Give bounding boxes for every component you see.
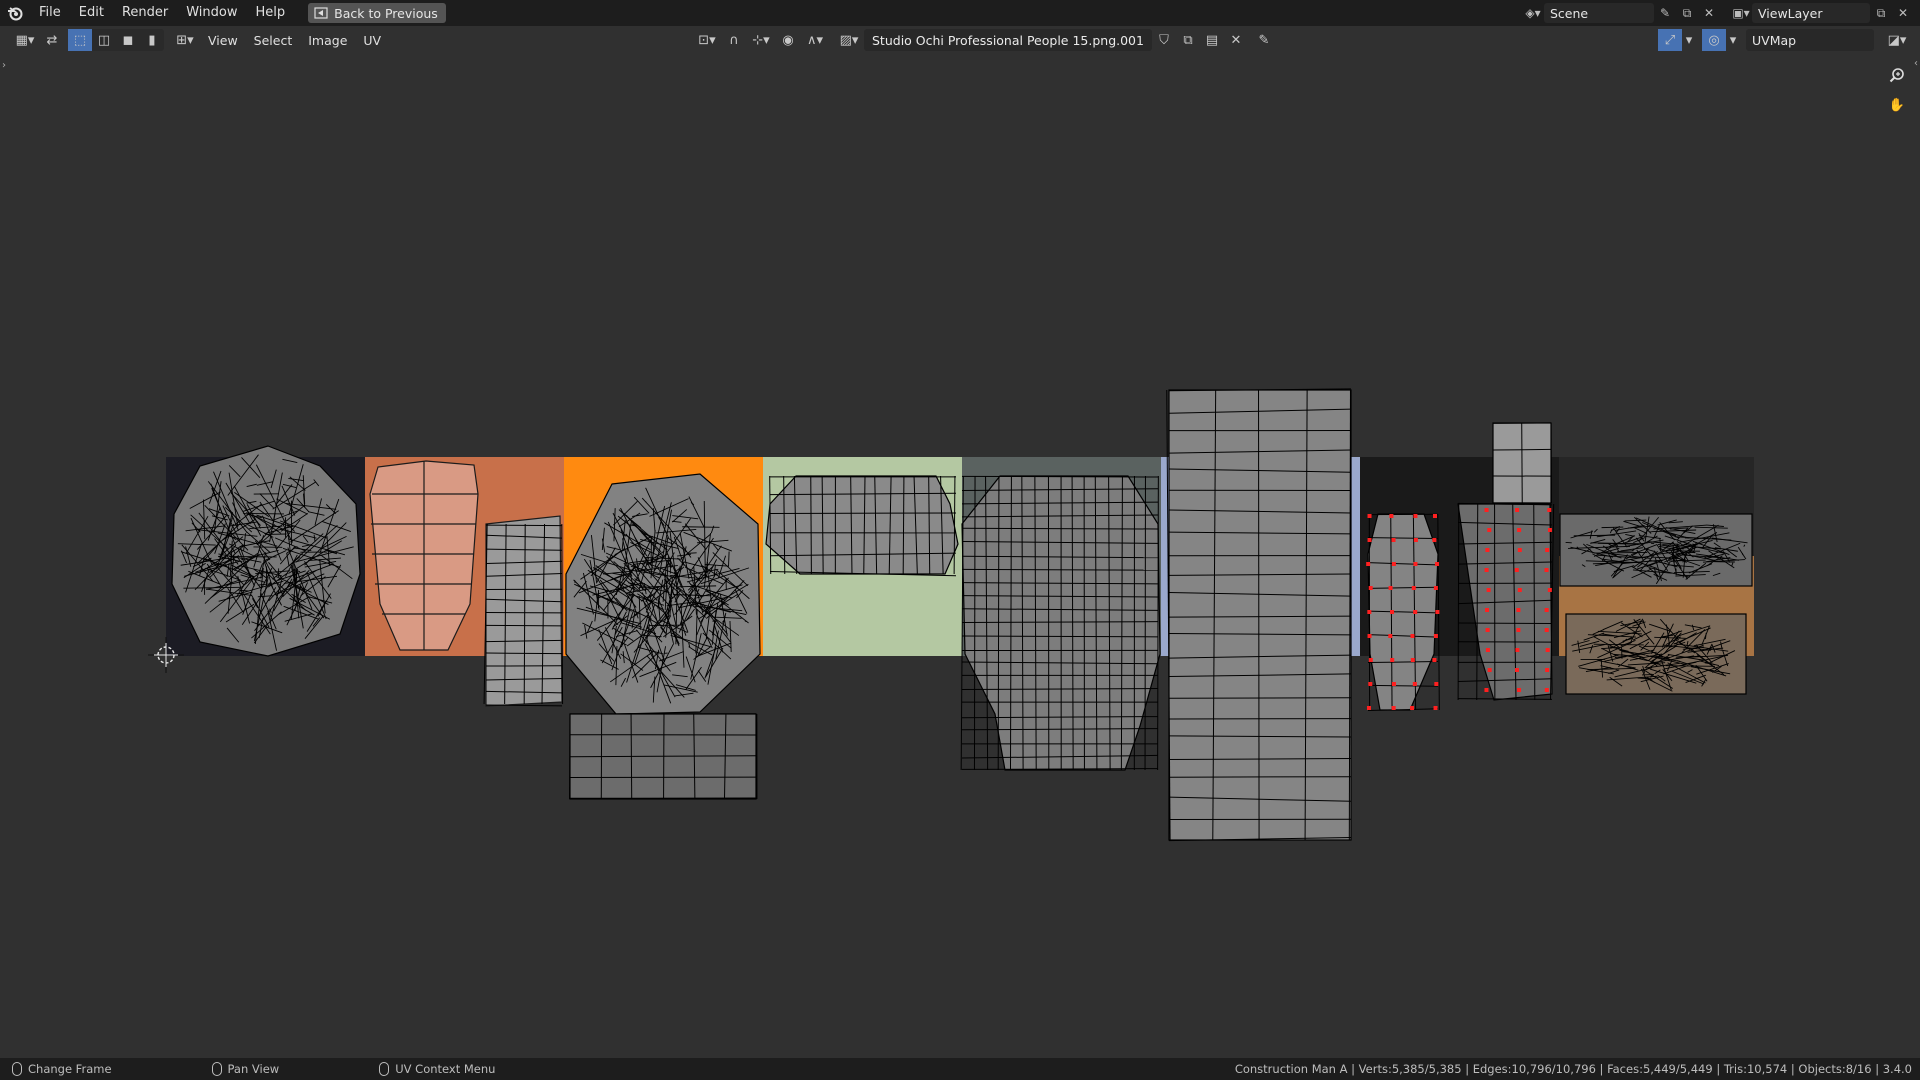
uv-island-belt[interactable] — [765, 475, 959, 577]
blender-logo-icon[interactable] — [0, 0, 30, 26]
mouse-left-icon — [12, 1062, 22, 1076]
header-right-controls: ⤢ ▾ ◎ ▾ UVMap ◪▾ — [1658, 29, 1912, 51]
header-menu-select[interactable]: Select — [246, 33, 301, 48]
image-name-field[interactable]: Studio Ochi Professional People 15.png.0… — [864, 29, 1152, 51]
fake-user-shield-icon[interactable]: ⛉ — [1152, 29, 1176, 51]
uvmap-name: UVMap — [1752, 32, 1797, 48]
menu-window[interactable]: Window — [177, 0, 246, 26]
hint-pan-view: Pan View — [211, 1062, 280, 1076]
menu-help[interactable]: Help — [247, 0, 295, 26]
scene-field[interactable]: Scene — [1544, 3, 1654, 23]
scene-selector-icon[interactable]: ◈▾ — [1522, 3, 1544, 23]
new-image-icon[interactable]: ⧉ — [1176, 29, 1200, 51]
falloff-icon[interactable]: ∧▾ — [800, 29, 830, 51]
back-to-previous-button[interactable]: Back to Previous — [308, 3, 446, 23]
delete-scene-icon[interactable]: ✕ — [1698, 3, 1720, 23]
image-name: Studio Ochi Professional People 15.png.0… — [872, 32, 1144, 48]
unlink-image-icon[interactable]: ✕ — [1224, 29, 1248, 51]
mouse-right-icon — [379, 1062, 390, 1076]
pivot-icon[interactable]: ⊡▾ — [692, 29, 722, 51]
display-channels-icon[interactable]: ◪▾ — [1882, 29, 1912, 51]
open-image-folder-icon[interactable]: ▤ — [1200, 29, 1224, 51]
delete-viewlayer-icon[interactable]: ✕ — [1892, 3, 1914, 23]
header-menu-image[interactable]: Image — [300, 33, 355, 48]
viewlayer-name: ViewLayer — [1758, 5, 1823, 21]
sticky-selection-icon[interactable]: ⊞▾ — [170, 29, 200, 51]
select-mode-group: ⬚ ◫ ◼ ▮ — [68, 29, 164, 51]
new-scene-icon[interactable]: ⧉ — [1676, 3, 1698, 23]
edge-select-icon[interactable]: ◫ — [92, 29, 116, 51]
scene-name: Scene — [1550, 5, 1589, 21]
proportional-edit-icon[interactable]: ◉ — [776, 29, 800, 51]
uv-canvas[interactable] — [0, 54, 1920, 1058]
menu-edit[interactable]: Edit — [70, 0, 113, 26]
uv-editor-viewport[interactable]: › ‹ ✋ — [0, 54, 1920, 1058]
uv-island-vest[interactable] — [960, 475, 1161, 771]
snap-magnet-icon[interactable]: ∩ — [722, 29, 746, 51]
header-center-controls: ⊡▾ ∩ ⊹▾ ◉ ∧▾ ▨▾ Studio Ochi Professional… — [692, 29, 1276, 51]
uv-island-legs[interactable] — [1166, 388, 1352, 842]
mouse-middle-icon — [211, 1062, 222, 1076]
top-menu-bar: File Edit Render Window Help Back to Pre… — [0, 0, 1920, 26]
hint-pan-view-label: Pan View — [227, 1062, 280, 1076]
hint-change-frame-label: Change Frame — [28, 1062, 112, 1076]
new-viewlayer-icon[interactable]: ⧉ — [1870, 3, 1892, 23]
top-right-controls: ◈▾ Scene ✎ ⧉ ✕ ▣▾ ViewLayer ⧉ ✕ — [1522, 0, 1920, 26]
uv-island-helmet[interactable] — [565, 473, 761, 800]
hint-uv-context-menu: UV Context Menu — [379, 1062, 495, 1076]
back-button-label: Back to Previous — [334, 5, 438, 21]
island-select-icon[interactable]: ▮ — [140, 29, 164, 51]
pin-icon[interactable]: ✎ — [1654, 3, 1676, 23]
scene-statistics: Construction Man A | Verts:5,385/5,385 |… — [1234, 1062, 1912, 1076]
sync-selection-icon[interactable]: ⇄ — [40, 29, 64, 51]
face-select-icon[interactable]: ◼ — [116, 29, 140, 51]
overlay-toggle-icon[interactable]: ◎ — [1702, 29, 1726, 51]
header-menu-view[interactable]: View — [200, 33, 246, 48]
snap-target-icon[interactable]: ⊹▾ — [746, 29, 776, 51]
viewlayer-selector-icon[interactable]: ▣▾ — [1730, 3, 1752, 23]
status-bar: Change Frame Pan View UV Context Menu Co… — [0, 1058, 1920, 1080]
screen-back-icon — [314, 7, 328, 19]
pin-image-icon[interactable]: ✎ — [1252, 29, 1276, 51]
uv-editor-header: ▦▾ ⇄ ⬚ ◫ ◼ ▮ ⊞▾ View Select Image UV ⊡▾ … — [0, 26, 1920, 54]
header-menu-uv[interactable]: UV — [355, 33, 389, 48]
hint-context-menu-label: UV Context Menu — [395, 1062, 496, 1076]
image-browse-icon[interactable]: ▨▾ — [834, 29, 864, 51]
editor-type-icon[interactable]: ▦▾ — [10, 29, 40, 51]
vertex-select-icon[interactable]: ⬚ — [68, 29, 92, 51]
menu-render[interactable]: Render — [113, 0, 177, 26]
menu-file[interactable]: File — [30, 0, 70, 26]
viewlayer-field[interactable]: ViewLayer — [1752, 3, 1870, 23]
hint-change-frame: Change Frame — [12, 1062, 112, 1076]
uvmap-field[interactable]: UVMap — [1746, 29, 1874, 51]
gizmo-toggle-icon[interactable]: ⤢ — [1658, 29, 1682, 51]
overlay-dropdown-icon[interactable]: ▾ — [1726, 29, 1740, 51]
gizmo-dropdown-icon[interactable]: ▾ — [1682, 29, 1696, 51]
